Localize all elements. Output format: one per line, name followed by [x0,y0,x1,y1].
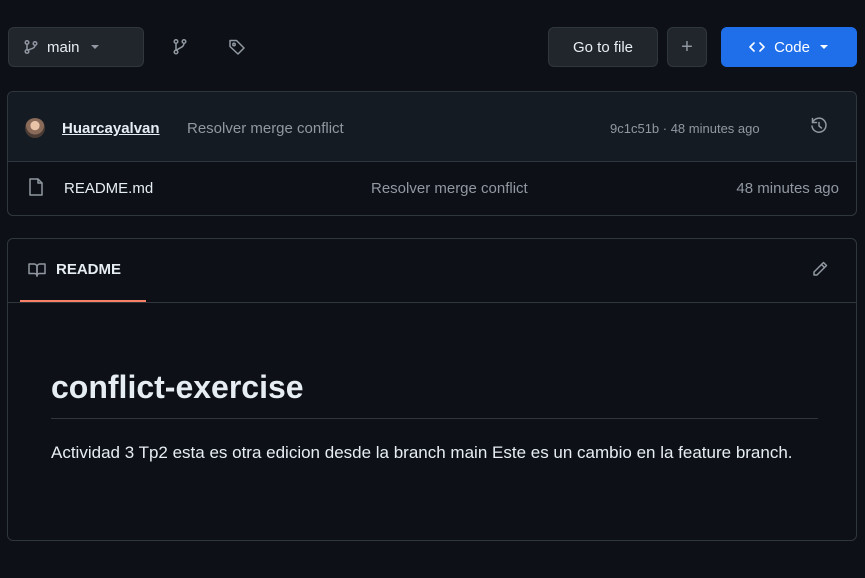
git-branch-icon [23,39,39,55]
go-to-file-button[interactable]: Go to file [548,27,658,67]
file-icon [29,178,43,196]
branches-icon[interactable] [172,38,188,56]
plus-icon: + [681,35,693,58]
branch-name: main [47,38,80,56]
branch-select-button[interactable]: main [8,27,144,67]
file-name-link[interactable]: README.md [64,180,153,197]
pencil-icon[interactable] [811,260,829,278]
readme-content: conflict-exercise Actividad 3 Tp2 esta e… [8,367,856,467]
readme-paragraph: Actividad 3 Tp2 esta es otra edicion des… [51,443,793,462]
file-row[interactable]: README.md Resolver merge conflict 48 min… [8,162,856,215]
file-commit-time: 48 minutes ago [736,180,839,197]
caret-down-icon [90,44,100,50]
commit-hash-time[interactable]: 9c1c51b · 48 minutes ago [610,121,760,136]
readme-panel: README conflict-exercise Actividad 3 Tp2… [7,238,857,541]
code-label: Code [774,38,810,56]
file-listing: Huarcayalvan Resolver merge conflict 9c1… [7,91,857,216]
file-commit-message[interactable]: Resolver merge conflict [371,180,528,197]
readme-tab-label: README [56,261,122,278]
tag-icon[interactable] [228,38,246,56]
readme-title: conflict-exercise [51,367,818,419]
code-icon [749,41,765,53]
commit-message-link[interactable]: Resolver merge conflict [187,120,344,137]
history-icon[interactable] [809,116,829,136]
readme-header: README [8,239,856,303]
repo-toolbar: main Go to file + Code [8,27,857,69]
tab-readme[interactable]: README [20,239,146,302]
go-to-file-label: Go to file [572,38,634,56]
book-icon [28,262,46,278]
code-button[interactable]: Code [721,27,857,67]
add-file-button[interactable]: + [667,27,707,67]
latest-commit-row: Huarcayalvan Resolver merge conflict 9c1… [8,92,856,162]
avatar[interactable] [25,118,45,138]
commit-author-link[interactable]: Huarcayalvan [62,120,160,137]
caret-down-icon [819,44,829,50]
